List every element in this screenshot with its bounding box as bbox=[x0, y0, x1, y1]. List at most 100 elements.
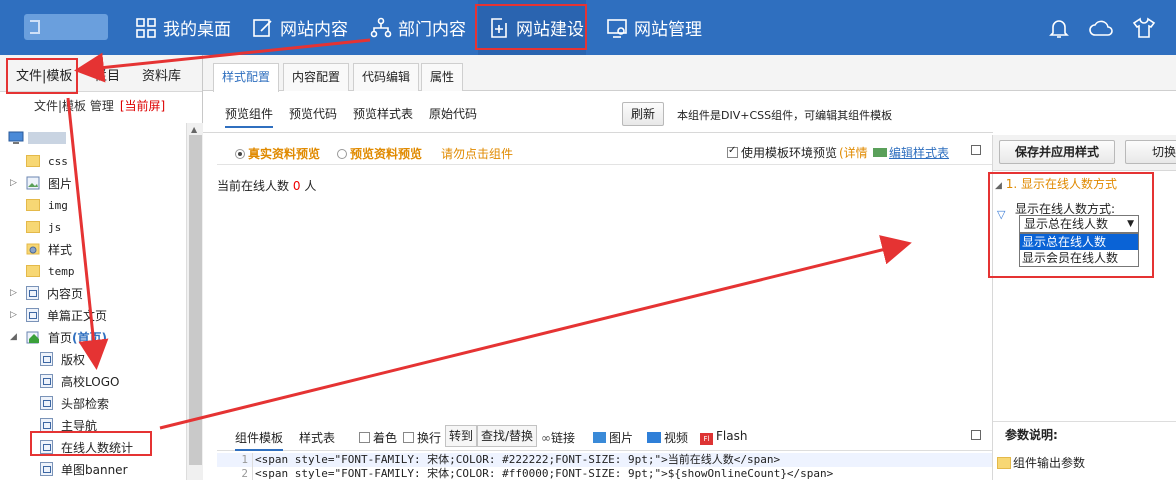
refresh-button[interactable]: 刷新 bbox=[622, 102, 665, 126]
params-output-node[interactable]: 组件输出参数 bbox=[997, 454, 1085, 471]
option-member-online[interactable]: 显示会员在线人数 bbox=[1020, 250, 1138, 266]
component-icon bbox=[40, 374, 53, 388]
collapse-arrow-icon[interactable]: ◢ bbox=[10, 332, 17, 342]
component-icon bbox=[40, 440, 53, 454]
current-screen-link[interactable]: [当前屏] bbox=[120, 99, 165, 113]
switch-button[interactable]: 切换 bbox=[1125, 140, 1176, 164]
tree-item-temp[interactable]: temp bbox=[26, 260, 75, 282]
site-logo[interactable] bbox=[24, 14, 108, 40]
tree-item-home[interactable]: 首页 (首页) bbox=[26, 326, 107, 348]
main-area: 样式配置 内容配置 代码编辑 属性 预览组件 预览代码 预览样式表 原始代码 刷… bbox=[203, 55, 1176, 480]
line-number: 2 bbox=[217, 467, 253, 480]
tree-item-school-logo[interactable]: 高校LOGO bbox=[40, 370, 119, 392]
tree-label: img bbox=[48, 198, 68, 212]
folder-icon bbox=[26, 199, 40, 211]
tree-root[interactable] bbox=[8, 127, 66, 149]
radio-label: 预览资料预览 bbox=[350, 147, 423, 161]
divider bbox=[203, 132, 993, 133]
grid-icon bbox=[136, 17, 156, 38]
tree-item-img[interactable]: img bbox=[26, 194, 68, 216]
edit-stylesheet-link[interactable]: 编辑样式表 bbox=[873, 144, 949, 161]
tab-library[interactable]: 资料库 bbox=[142, 65, 181, 84]
expand-arrow-icon[interactable]: ▷ bbox=[10, 178, 17, 188]
tab-component-template[interactable]: 组件模板 bbox=[235, 429, 284, 451]
nav-site-manage[interactable]: 网站管理 bbox=[606, 0, 702, 55]
tree-scrollbar[interactable]: ▲ bbox=[186, 123, 203, 480]
tree-item-styles[interactable]: 样式 bbox=[26, 238, 72, 260]
subtab-preview-component[interactable]: 预览组件 bbox=[225, 105, 274, 128]
radio-preview-data[interactable]: 预览资料预览 bbox=[337, 145, 422, 162]
goto-button[interactable]: 转到 bbox=[445, 425, 478, 447]
site-name-redacted bbox=[28, 132, 66, 144]
tree-item-images[interactable]: 图片 bbox=[26, 172, 72, 194]
component-icon bbox=[40, 462, 53, 476]
shirt-icon[interactable] bbox=[1132, 17, 1156, 39]
link-button[interactable]: ∞链接 bbox=[541, 429, 575, 446]
nav-site-content[interactable]: 网站内容 bbox=[252, 0, 348, 55]
tree-label: temp bbox=[48, 264, 75, 278]
image-button[interactable]: 图片 bbox=[593, 429, 633, 446]
tab-files-templates[interactable]: 文件|模板 bbox=[16, 65, 72, 84]
tree-label: 高校LOGO bbox=[61, 374, 120, 389]
subtab-preview-code[interactable]: 预览代码 bbox=[289, 105, 337, 122]
tree-label: 图片 bbox=[48, 176, 73, 191]
subtab-raw-code[interactable]: 原始代码 bbox=[429, 105, 477, 122]
nav-dept-content[interactable]: 部门内容 bbox=[370, 0, 466, 55]
use-template-env-checkbox[interactable]: 使用模板环境预览 bbox=[727, 144, 837, 161]
tab-columns[interactable]: 栏目 bbox=[94, 65, 120, 84]
tree-item-single-banner[interactable]: 单图banner bbox=[40, 458, 128, 480]
tree-item-js[interactable]: js bbox=[26, 216, 61, 238]
tab-code-edit[interactable]: 代码编辑 bbox=[353, 63, 420, 91]
maximize-icon[interactable] bbox=[971, 430, 981, 440]
display-mode-select[interactable]: 显示总在线人数 ▼ bbox=[1019, 215, 1139, 233]
wrap-checkbox[interactable]: 换行 bbox=[403, 429, 441, 446]
params-item-label: 组件输出参数 bbox=[1013, 456, 1086, 470]
color-checkbox[interactable]: 着色 bbox=[359, 429, 397, 446]
tree-item-single-page[interactable]: 单篇正文页 bbox=[26, 304, 107, 326]
nav-site-build[interactable]: 网站建设 bbox=[478, 0, 586, 55]
details-link[interactable]: (详情 bbox=[839, 144, 868, 161]
code-editor[interactable]: 1 <span style="FONT-FAMILY: 宋体;COLOR: #22… bbox=[217, 453, 992, 480]
tree-item-copyright[interactable]: 版权 bbox=[40, 348, 85, 370]
maximize-icon[interactable] bbox=[971, 145, 981, 155]
subtab-preview-stylesheet[interactable]: 预览样式表 bbox=[353, 105, 413, 122]
flash-button[interactable]: Fl Flash bbox=[700, 429, 747, 445]
select-value: 显示总在线人数 bbox=[1024, 217, 1109, 231]
find-replace-button[interactable]: 查找/替换 bbox=[477, 425, 538, 447]
checkbox-icon bbox=[727, 145, 738, 158]
nav-my-desktop[interactable]: 我的桌面 bbox=[135, 0, 231, 55]
tab-style-config[interactable]: 样式配置 bbox=[213, 63, 280, 92]
scroll-thumb[interactable] bbox=[189, 135, 202, 465]
tree-item-css[interactable]: css bbox=[26, 150, 68, 172]
down-triangle-icon[interactable]: ▽ bbox=[997, 208, 1005, 221]
bell-icon[interactable] bbox=[1048, 17, 1070, 39]
video-button[interactable]: 视频 bbox=[647, 429, 688, 446]
folder-icon bbox=[26, 265, 40, 277]
scroll-up-icon[interactable]: ▲ bbox=[191, 125, 197, 134]
tree-label: css bbox=[48, 154, 68, 168]
click-hint: 请勿点击组件 bbox=[441, 147, 514, 161]
component-icon bbox=[40, 396, 53, 410]
tree-item-online-count[interactable]: 在线人数统计 bbox=[40, 436, 133, 458]
vertical-divider bbox=[992, 135, 993, 480]
tree-label: 主导航 bbox=[61, 418, 98, 433]
tab-properties[interactable]: 属性 bbox=[421, 63, 464, 91]
component-icon bbox=[40, 418, 53, 432]
tree-item-main-nav[interactable]: 主导航 bbox=[40, 414, 97, 436]
checkbox-label: 使用模板环境预览 bbox=[741, 146, 838, 160]
option-total-online[interactable]: 显示总在线人数 bbox=[1020, 234, 1138, 250]
property-title-text: 1. 显示在线人数方式 bbox=[1005, 177, 1118, 191]
tree-item-header-search[interactable]: 头部检索 bbox=[40, 392, 109, 414]
page-icon bbox=[26, 286, 39, 300]
tab-stylesheet[interactable]: 样式表 bbox=[299, 429, 335, 446]
tab-content-config[interactable]: 内容配置 bbox=[283, 63, 350, 91]
expand-arrow-icon[interactable]: ▷ bbox=[10, 310, 17, 320]
expand-arrow-icon[interactable]: ▷ bbox=[10, 288, 17, 298]
checkbox-icon bbox=[359, 432, 370, 443]
cloud-icon[interactable] bbox=[1088, 17, 1114, 39]
tree-item-content-page[interactable]: 内容页 bbox=[26, 282, 83, 304]
property-title[interactable]: ◢ 1. 显示在线人数方式 bbox=[995, 175, 1117, 192]
radio-label: 真实资料预览 bbox=[248, 147, 321, 161]
save-apply-style-button[interactable]: 保存并应用样式 bbox=[999, 140, 1115, 164]
radio-real-data[interactable]: 真实资料预览 bbox=[235, 145, 320, 162]
